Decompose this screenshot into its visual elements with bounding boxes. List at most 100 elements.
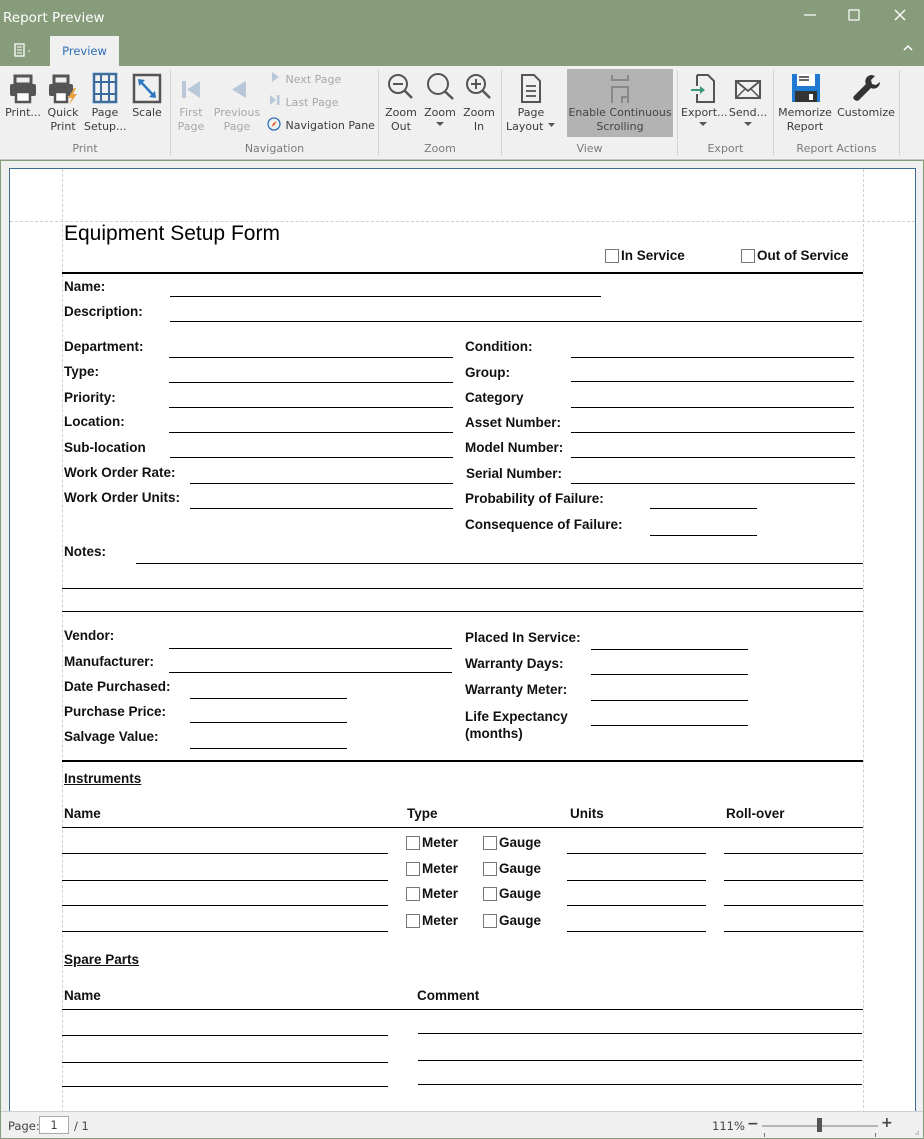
gauge-checkbox[interactable] [483,914,497,928]
page-setup-button[interactable]: Page Setup... [84,72,127,134]
date-purchased-field[interactable] [190,698,347,699]
gauge-checkbox[interactable] [483,862,497,876]
location-label: Location: [64,414,125,429]
window-title: Report Preview [3,10,105,26]
tab-preview[interactable]: Preview [50,36,119,66]
vendor-field[interactable] [169,648,452,649]
instrument-name-field[interactable] [62,853,388,854]
work-order-units-field[interactable] [190,508,453,509]
department-field[interactable] [169,357,453,358]
manufacturer-field[interactable] [169,672,452,673]
print-button[interactable]: Print... [4,72,42,120]
out-of-service-checkbox[interactable] [741,249,755,263]
instrument-rollover-field[interactable] [724,880,863,881]
description-field[interactable] [170,321,862,322]
instrument-units-field[interactable] [567,931,706,932]
meter-checkbox[interactable] [406,914,420,928]
priority-field[interactable] [169,407,453,408]
export-button[interactable]: Export... [681,72,728,128]
gauge-checkbox[interactable] [483,836,497,850]
condition-field[interactable] [571,357,854,358]
page-number-input[interactable]: 1 [39,1116,69,1134]
instrument-units-field[interactable] [567,905,706,906]
zoom-button[interactable]: Zoom [421,72,459,128]
group-field[interactable] [571,381,854,382]
last-page-button[interactable]: Last Page [268,94,339,112]
spare-part-comment-field[interactable] [418,1084,862,1085]
page-label: Page: [8,1119,40,1133]
notes-field-line[interactable] [136,563,863,564]
warranty-days-field[interactable] [591,674,748,675]
continuous-scrolling-button[interactable]: Enable Continuous Scrolling [567,69,673,137]
spare-part-name-field[interactable] [62,1035,388,1036]
send-button[interactable]: Send... [728,72,768,128]
life-expectancy-field[interactable] [591,725,748,726]
placed-in-service-field[interactable] [591,649,748,650]
model-number-field[interactable] [571,457,855,458]
customize-button[interactable]: Customize [836,72,896,120]
instrument-name-field[interactable] [62,905,388,906]
sub-location-field[interactable] [170,457,453,458]
close-button[interactable] [885,6,915,30]
instrument-name-field[interactable] [62,931,388,932]
scale-button[interactable]: Scale [128,72,166,120]
category-label: Category [465,390,524,405]
type-field[interactable] [169,382,453,383]
maximize-button[interactable] [839,6,869,30]
instruments-heading: Instruments [64,771,142,786]
zoom-slider-thumb[interactable] [816,1118,822,1132]
minimize-button[interactable] [795,6,825,30]
notes-field-line[interactable] [62,588,863,589]
envelope-icon [735,80,761,99]
spare-part-name-field[interactable] [62,1062,388,1063]
instruments-col-name: Name [64,806,101,821]
warranty-meter-field[interactable] [591,700,748,701]
app-menu-button[interactable] [12,42,38,62]
previous-page-button[interactable]: Previous Page [212,72,262,134]
zoom-increase-button[interactable]: + [881,1115,893,1131]
meter-checkbox[interactable] [406,887,420,901]
instrument-units-field[interactable] [567,853,706,854]
next-page-button[interactable]: Next Page [268,71,341,89]
meter-checkbox[interactable] [406,862,420,876]
salvage-value-field[interactable] [190,748,347,749]
wrench-icon [853,75,880,101]
zoom-decrease-button[interactable]: − [747,1116,759,1132]
resize-grip-icon[interactable]: ⣠ [914,1126,920,1135]
probability-of-failure-field[interactable] [650,508,757,509]
maximize-icon [848,9,860,21]
collapse-ribbon-button[interactable] [902,42,914,56]
spare-part-name-field[interactable] [62,1086,388,1087]
notes-field-line[interactable] [62,611,863,612]
instrument-rollover-field[interactable] [724,931,863,932]
instrument-name-field[interactable] [62,880,388,881]
purchase-price-field[interactable] [190,722,347,723]
spare-part-comment-field[interactable] [418,1033,862,1034]
navigation-pane-button[interactable]: Navigation Pane [266,117,375,135]
work-order-units-label: Work Order Units: [64,490,181,505]
zoom-in-icon [466,74,491,99]
instrument-units-field[interactable] [567,880,706,881]
name-field[interactable] [170,296,601,297]
page-layout-button[interactable]: Page Layout [505,72,557,134]
gauge-checkbox[interactable] [483,887,497,901]
document-viewer[interactable]: Equipment Setup Form In Service Out of S… [1,161,923,1118]
asset-number-field[interactable] [571,432,855,433]
instrument-rollover-field[interactable] [724,853,863,854]
first-page-button[interactable]: First Page [173,72,209,134]
in-service-checkbox[interactable] [605,249,619,263]
spare-part-comment-field[interactable] [418,1060,862,1061]
zoom-in-button[interactable]: Zoom In [460,72,498,134]
consequence-of-failure-field[interactable] [650,535,757,536]
quick-print-button[interactable]: Quick Print [44,72,82,134]
zoom-out-button[interactable]: Zoom Out [382,72,420,134]
memorize-report-button[interactable]: Memorize Report [777,72,833,134]
group-label-navigation: Navigation [244,142,305,155]
serial-number-field[interactable] [571,483,855,484]
instrument-rollover-field[interactable] [724,905,863,906]
spare-parts-col-comment: Comment [417,988,480,1003]
location-field[interactable] [169,432,453,433]
work-order-rate-field[interactable] [190,483,453,484]
category-field[interactable] [571,407,854,408]
meter-checkbox[interactable] [406,836,420,850]
